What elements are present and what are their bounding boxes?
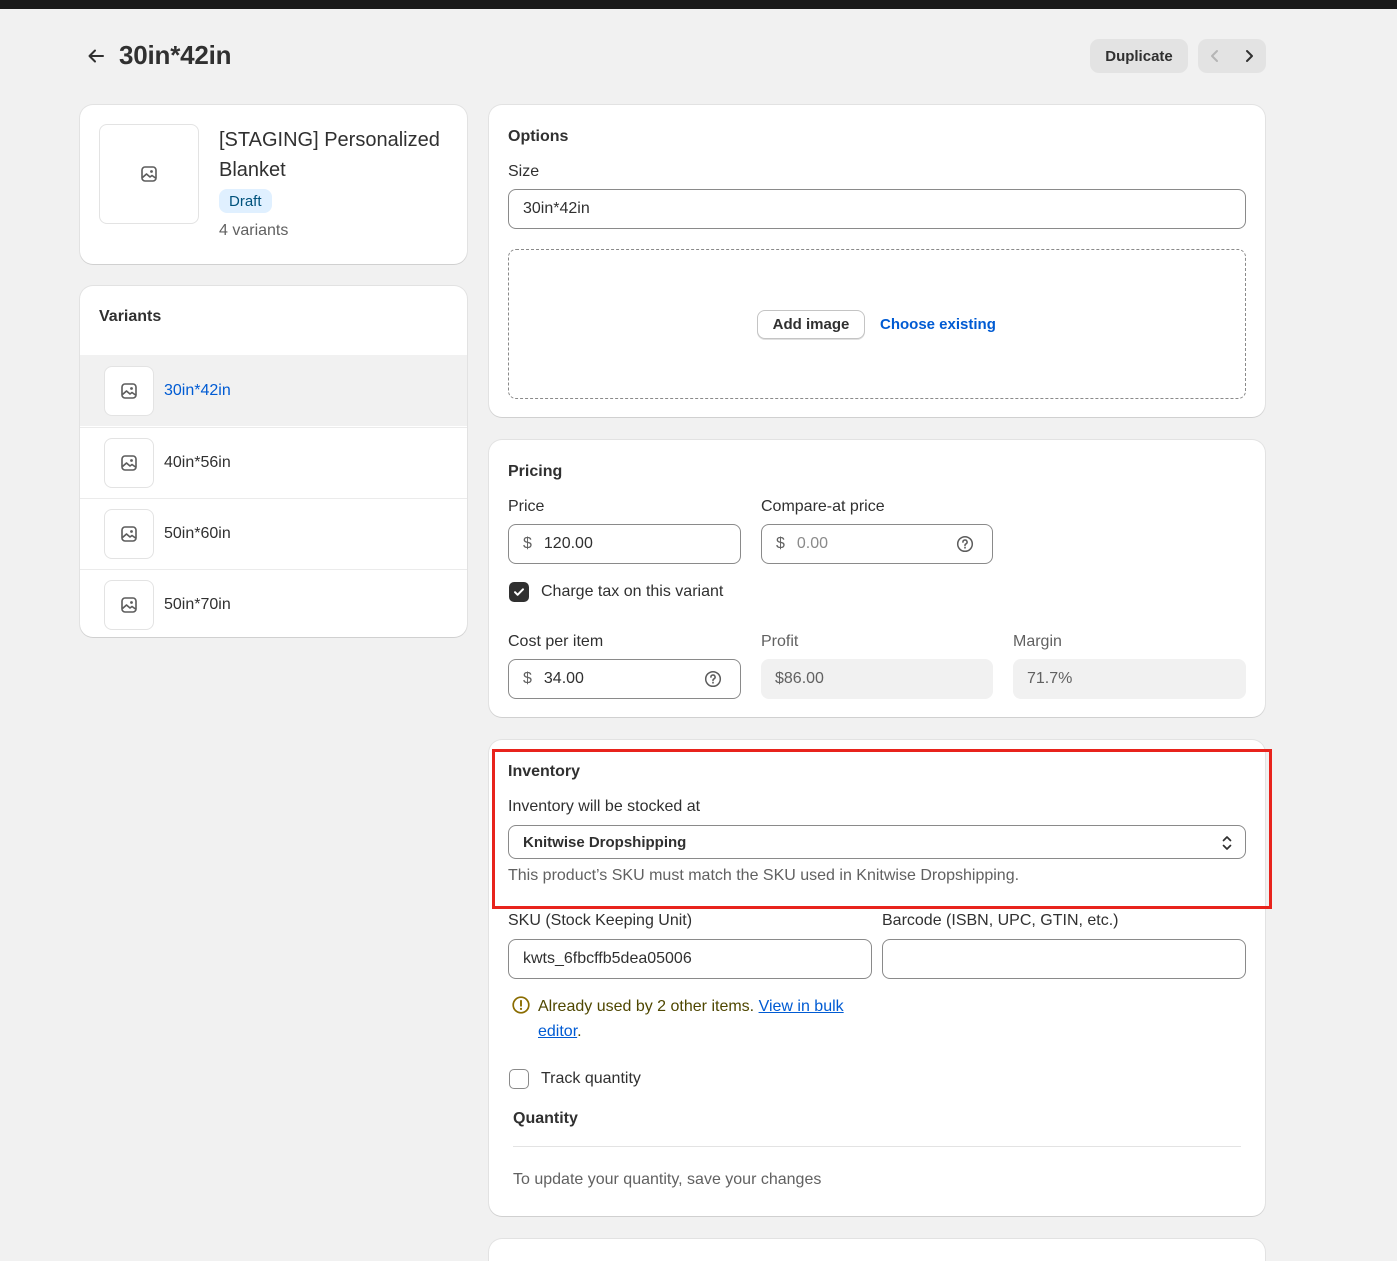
variant-row-50x60[interactable]: 50in*60in [80, 498, 467, 569]
quantity-heading: Quantity [513, 1110, 578, 1127]
warning-period: . [577, 1023, 582, 1040]
divider [513, 1146, 1241, 1147]
variant-name: 30in*42in [164, 381, 231, 399]
question-circle-icon[interactable] [956, 535, 974, 553]
quantity-note: To update your quantity, save your chang… [513, 1171, 822, 1188]
chevron-right-icon [1246, 50, 1253, 62]
duplicate-button[interactable]: Duplicate [1090, 39, 1188, 73]
compare-at-price-placeholder: 0.00 [796, 535, 829, 552]
barcode-label: Barcode (ISBN, UPC, GTIN, etc.) [882, 912, 1119, 929]
price-value: 120.00 [543, 535, 593, 552]
top-bar [0, 0, 1397, 9]
variant-thumbnail [104, 365, 154, 416]
cost-value: 34.00 [543, 670, 584, 687]
size-value: 30in*42in [523, 200, 590, 217]
profit-label: Profit [761, 633, 799, 650]
price-label: Price [508, 498, 545, 515]
variant-pagination [1198, 39, 1266, 73]
cost-per-item-label: Cost per item [508, 633, 604, 650]
variant-row-50x70[interactable]: 50in*70in [80, 569, 467, 637]
status-badge: Draft [219, 189, 272, 213]
warning-message: Already used by 2 other items. [538, 998, 755, 1015]
variant-row-30x42[interactable]: 30in*42in [80, 355, 467, 426]
variant-thumbnail [104, 438, 154, 488]
barcode-input[interactable] [882, 939, 1246, 979]
variant-name: 40in*56in [164, 454, 231, 471]
variant-name: 50in*60in [164, 525, 231, 542]
compare-at-price-label: Compare-at price [761, 498, 885, 515]
variant-row-40x56[interactable]: 40in*56in [80, 427, 467, 498]
sku-duplicate-warning: Already used by 2 other items. View in b… [538, 994, 878, 1044]
image-dropzone[interactable]: Add image Choose existing [508, 249, 1246, 399]
inventory-heading: Inventory [508, 763, 581, 780]
currency-prefix: $ [523, 535, 532, 552]
variant-name: 50in*70in [164, 596, 231, 613]
compare-at-price-input[interactable]: $ 0.00 [761, 524, 993, 564]
margin-value: 71.7% [1013, 659, 1246, 699]
product-title[interactable]: [STAGING] Personalized Blanket [219, 125, 459, 185]
sku-label: SKU (Stock Keeping Unit) [508, 912, 693, 929]
options-heading: Options [508, 128, 569, 145]
pricing-heading: Pricing [508, 463, 563, 480]
link-text-part-1: View in bulk [758, 998, 844, 1015]
image-icon [121, 526, 137, 542]
variants-card: Variants 30in*42in 40in*56in 50in*60in 5… [80, 286, 467, 637]
size-input[interactable]: 30in*42in [508, 189, 1246, 229]
currency-prefix: $ [523, 670, 532, 687]
variants-heading: Variants [99, 308, 162, 325]
next-card [489, 1239, 1265, 1261]
charge-tax-label[interactable]: Charge tax on this variant [541, 583, 723, 601]
margin-label: Margin [1013, 633, 1062, 650]
variant-thumbnail [104, 580, 154, 630]
sku-input[interactable]: kwts_6fbcffb5dea05006 [508, 939, 872, 979]
question-circle-icon[interactable] [704, 670, 722, 688]
size-label: Size [508, 163, 540, 180]
product-image-placeholder[interactable] [99, 124, 199, 224]
pricing-card: Pricing Price $ 120.00 Compare-at price … [489, 440, 1265, 717]
sku-match-help-text: This product’s SKU must match the SKU us… [508, 867, 1020, 884]
sku-value: kwts_6fbcffb5dea05006 [523, 950, 692, 967]
alert-circle-icon [512, 996, 530, 1014]
image-icon [121, 382, 137, 399]
inventory-card: Inventory Inventory will be stocked at K… [489, 740, 1265, 1216]
page-title: 30in*42in [119, 40, 232, 70]
link-text-part-2: editor [538, 1023, 578, 1040]
price-input[interactable]: $ 120.00 [508, 524, 741, 564]
next-variant-button[interactable] [1232, 39, 1266, 73]
currency-prefix: $ [776, 535, 785, 552]
image-icon [121, 597, 137, 613]
options-card: Options Size 30in*42in Add image Choose … [489, 105, 1265, 417]
cost-per-item-input[interactable]: $ 34.00 [508, 659, 741, 699]
chevron-left-icon [1211, 50, 1218, 62]
previous-variant-button[interactable] [1198, 39, 1232, 73]
image-icon [141, 166, 157, 182]
charge-tax-checkbox[interactable] [509, 582, 529, 602]
back-button[interactable] [82, 42, 110, 70]
location-select[interactable]: Knitwise Dropshipping [508, 825, 1246, 859]
track-quantity-label[interactable]: Track quantity [541, 1070, 641, 1088]
variant-count: 4 variants [219, 222, 289, 239]
track-quantity-checkbox[interactable] [509, 1069, 529, 1089]
image-icon [121, 455, 137, 471]
profit-value: $86.00 [761, 659, 993, 699]
location-value: Knitwise Dropshipping [523, 833, 687, 851]
add-image-button[interactable]: Add image [757, 310, 865, 339]
choose-existing-link[interactable]: Choose existing [880, 316, 996, 333]
arrow-left-icon [88, 49, 104, 63]
variant-thumbnail [104, 509, 154, 559]
select-arrows-icon [1222, 836, 1232, 850]
stocked-at-label: Inventory will be stocked at [508, 798, 701, 815]
product-summary-card: [STAGING] Personalized Blanket Draft 4 v… [80, 105, 467, 264]
checkmark-icon [514, 588, 524, 596]
